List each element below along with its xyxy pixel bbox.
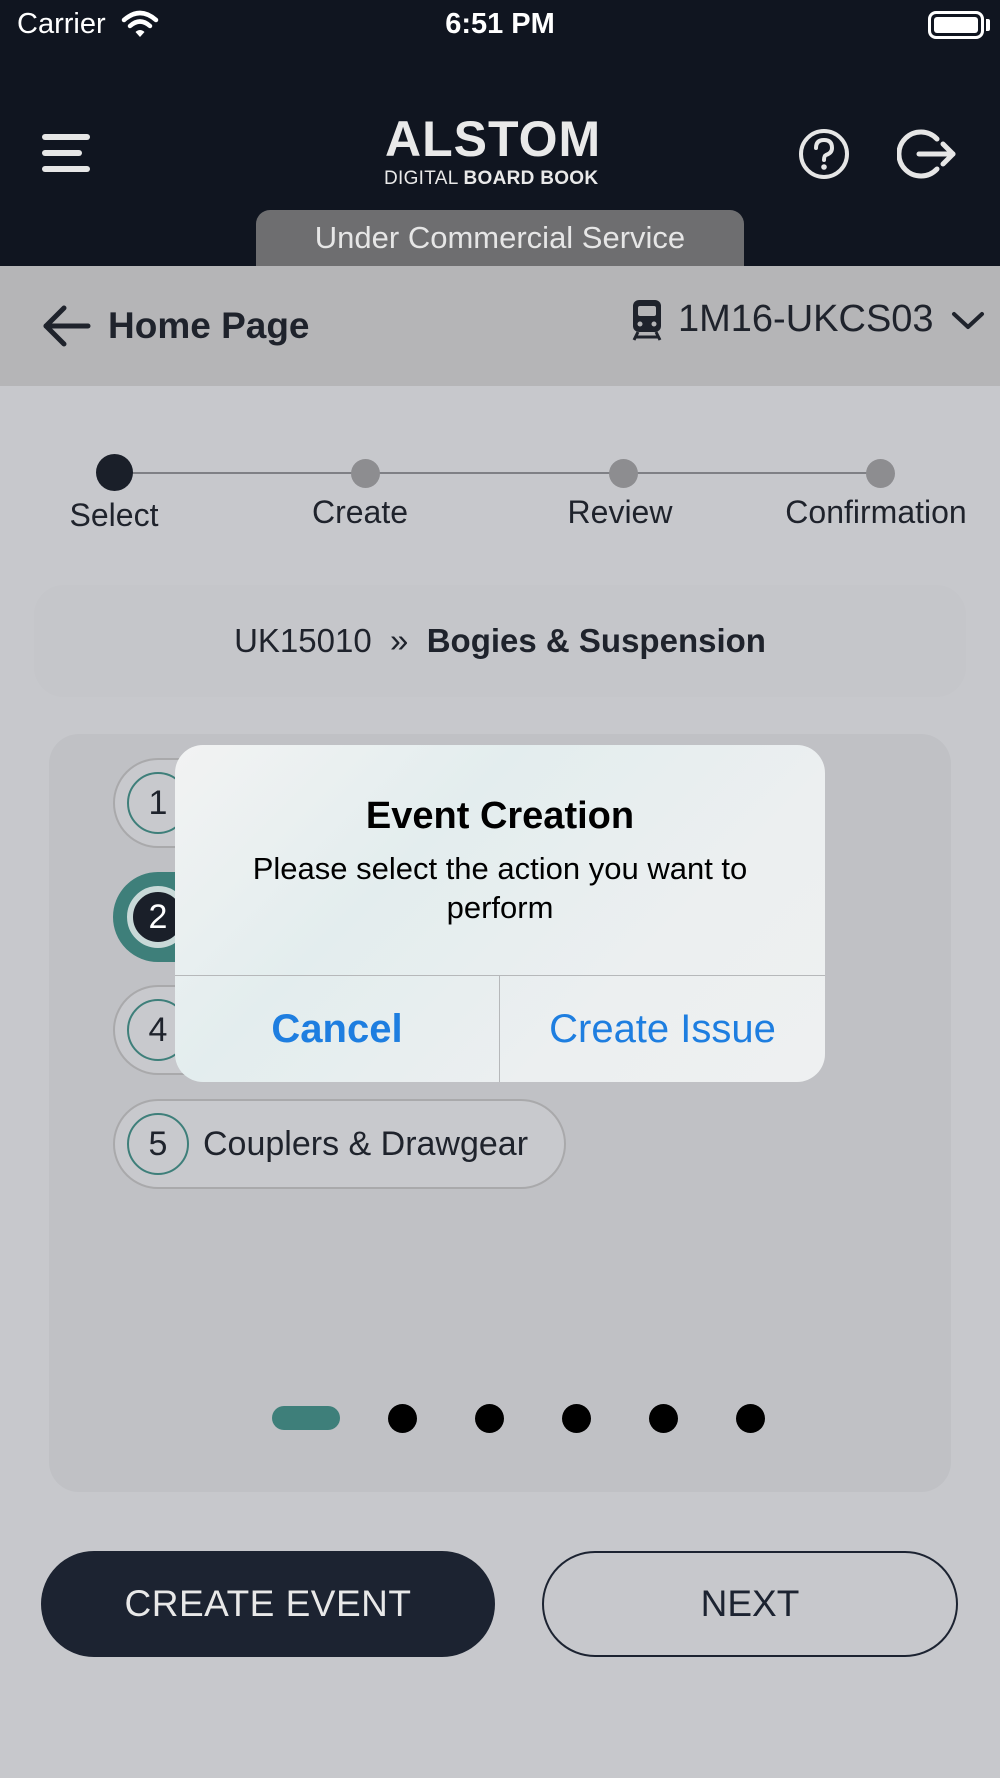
- event-creation-dialog: Event Creation Please select the action …: [175, 745, 825, 1082]
- breadcrumb: UK15010 » Bogies & Suspension: [34, 585, 966, 697]
- pager-indicator-active[interactable]: [272, 1406, 340, 1430]
- chevron-down-icon[interactable]: [950, 310, 986, 332]
- step-label-select: Select: [69, 497, 159, 533]
- pager-dot[interactable]: [736, 1404, 765, 1433]
- item-label: Couplers & Drawgear: [203, 1125, 529, 1163]
- back-arrow-icon[interactable]: [40, 300, 92, 352]
- stepper-line: [114, 472, 882, 474]
- logout-icon[interactable]: [897, 125, 959, 183]
- step-label-create: Create: [311, 494, 409, 530]
- status-time: 6:51 PM: [445, 8, 555, 40]
- vehicle-selector[interactable]: 1M16-UKCS03: [678, 298, 934, 341]
- dialog-title: Event Creation: [365, 795, 635, 837]
- battery-icon: [928, 11, 984, 39]
- step-label-review: Review: [567, 494, 673, 530]
- step-dot-create: [351, 459, 380, 488]
- step-label-confirmation: Confirmation: [785, 494, 967, 530]
- create-issue-button[interactable]: Create Issue: [500, 976, 825, 1082]
- logo-subtitle-bold: BOARD BOOK: [463, 168, 599, 189]
- logo-subtitle-light: DIGITAL: [384, 168, 464, 189]
- item-number: 5: [127, 1113, 189, 1175]
- step-dot-review: [609, 459, 638, 488]
- pager-dot[interactable]: [475, 1404, 504, 1433]
- service-status-tab: Under Commercial Service: [256, 210, 744, 266]
- step-dot-confirmation: [866, 459, 895, 488]
- list-item[interactable]: 5 Couplers & Drawgear: [113, 1099, 566, 1189]
- train-icon: [632, 300, 662, 341]
- step-dot-select: [96, 454, 133, 491]
- cancel-button[interactable]: Cancel: [175, 976, 499, 1082]
- pager-dot[interactable]: [562, 1404, 591, 1433]
- breadcrumb-code: UK15010: [234, 622, 372, 659]
- logo-wordmark: ALSTOM: [385, 111, 602, 167]
- dialog-message: Please select the action you want to per…: [252, 851, 748, 925]
- logo-subtitle: DIGITAL BOARD BOOK: [384, 168, 598, 190]
- menu-icon[interactable]: [38, 128, 94, 178]
- breadcrumb-category: Bogies & Suspension: [426, 622, 766, 659]
- breadcrumb-separator: »: [390, 622, 409, 659]
- help-icon[interactable]: [797, 127, 851, 181]
- page-title[interactable]: Home Page: [108, 305, 310, 347]
- next-button[interactable]: NEXT: [542, 1551, 958, 1657]
- pager-dot[interactable]: [388, 1404, 417, 1433]
- create-event-button[interactable]: CREATE EVENT: [41, 1551, 495, 1657]
- pager-dot[interactable]: [649, 1404, 678, 1433]
- battery-tip: [986, 19, 990, 31]
